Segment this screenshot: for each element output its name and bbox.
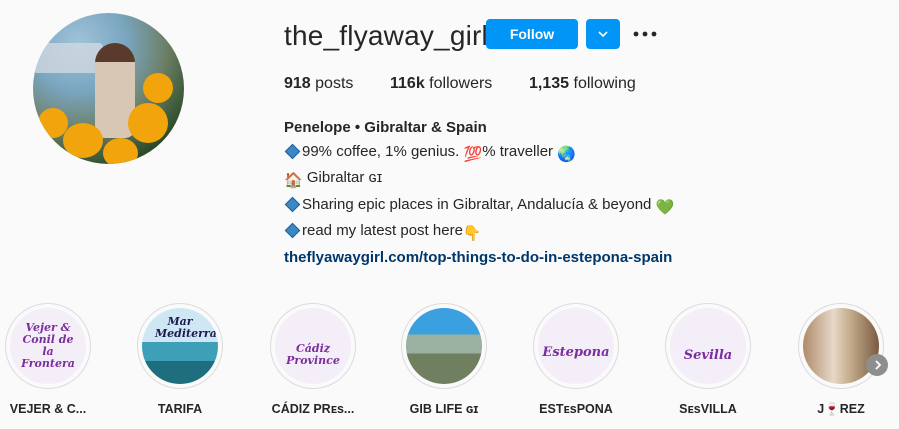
highlight-title: J🍷REZ [817,402,865,416]
highlight-gib-life[interactable]: GIB LIFE ɢɪ [399,303,489,416]
profile-username: the_flyaway_girl [284,20,488,51]
globe-emoji-icon: 🌏 [557,145,576,163]
profile-avatar[interactable] [33,13,184,164]
highlight-cover: Cádiz Province [275,308,351,384]
bio-name: Penelope • Gibraltar & Spain [284,119,487,136]
suggested-dropdown-button[interactable] [586,19,620,49]
avatar-flowers [63,123,103,158]
avatar-flowers [143,73,173,103]
highlight-title: VEJER & C... [9,402,87,416]
avatar-flowers [128,103,168,143]
following-link[interactable]: 1,135 following [529,75,636,93]
bio-line-3: Sharing epic places in Gibraltar, Andalu… [284,193,674,220]
house-emoji-icon: 🏠 [284,172,303,190]
highlight-cover [803,308,879,384]
highlight-cover: Mar Mediterraneo [142,308,218,384]
highlight-title: GIB LIFE ɢɪ [409,402,479,416]
highlight-title: SᴇsVILLA [679,402,737,416]
highlight-title: TARIFA [157,402,203,416]
chevron-right-icon [875,360,882,370]
bio-website-link[interactable]: theflyawaygirl.com/top-things-to-do-in-e… [284,246,674,270]
pointing-down-emoji-icon: 👇 [462,225,482,243]
highlight-estepona[interactable]: Estepona ESTᴇsPONA [531,303,621,416]
highlight-cadiz[interactable]: Cádiz Province CÁDIZ PRᴇs... [268,303,358,416]
follow-button[interactable]: Follow [486,19,578,49]
posts-count: 918 posts [284,75,354,92]
ellipsis-icon [633,31,657,37]
highlight-cover: Estepona [538,308,614,384]
profile-bio: Penelope • Gibraltar & Spain 99% coffee,… [284,116,674,270]
avatar-flowers [103,138,138,164]
bio-line-2: 🏠 Gibraltar ɢɪ [284,166,674,193]
bio-line-4: read my latest post here👇 [284,219,674,246]
hundred-emoji-icon: 💯 [463,145,483,163]
highlight-cover [406,308,482,384]
followers-link[interactable]: 116k followers [390,75,492,93]
highlight-cover: Vejer & Conil de la Frontera [10,308,86,384]
avatar-fountain [33,43,103,73]
highlight-cover: Sevilla [670,308,746,384]
highlight-title: CÁDIZ PRᴇs... [271,402,355,416]
bio-line-1: 99% coffee, 1% genius. 💯% traveller 🌏 [284,140,674,167]
blue-diamond-icon [284,196,301,213]
blue-diamond-icon [284,223,301,239]
highlight-vejer[interactable]: Vejer & Conil de la Frontera VEJER & C..… [3,303,93,416]
more-options-button[interactable] [632,23,658,45]
highlight-sevilla[interactable]: Sevilla SᴇsVILLA [663,303,753,416]
highlight-title: ESTᴇsPONA [539,402,613,416]
green-heart-emoji-icon: 💚 [655,198,675,216]
blue-diamond-icon [284,143,301,159]
highlight-tarifa[interactable]: Mar Mediterraneo TARIFA [135,303,225,416]
highlights-next-button[interactable] [866,354,888,376]
chevron-down-icon [598,31,608,38]
